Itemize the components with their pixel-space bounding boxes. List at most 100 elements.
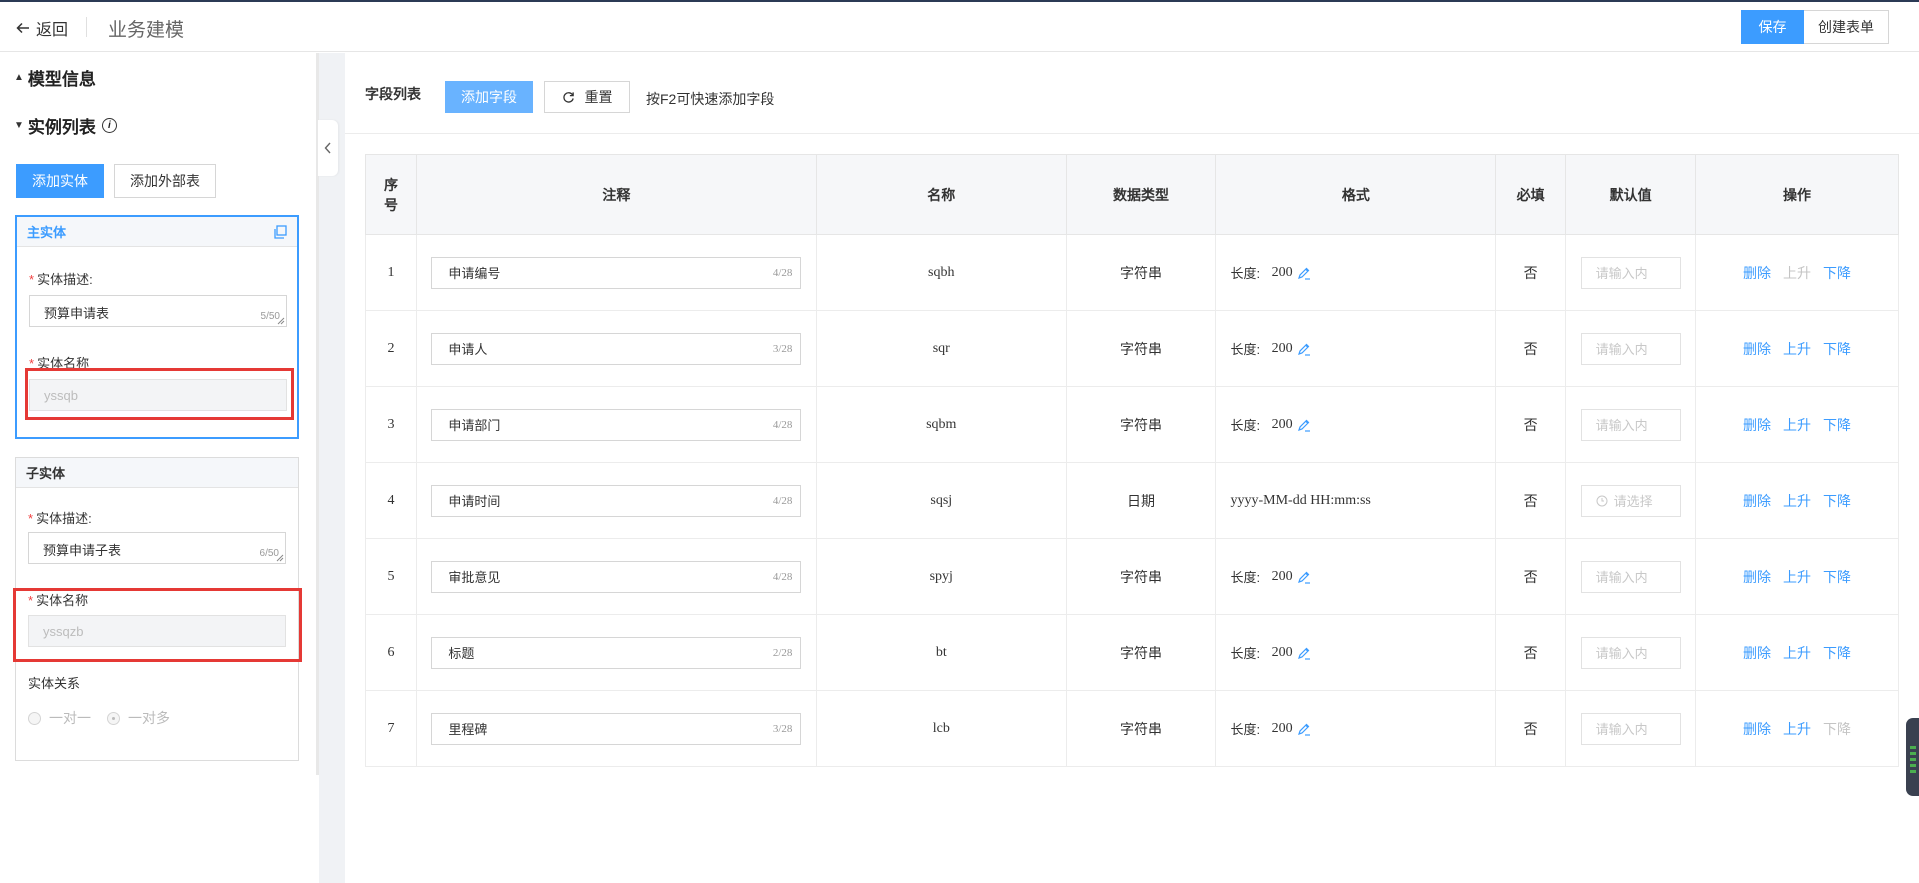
header-actions: 保存 创建表单 bbox=[1741, 10, 1889, 44]
default-value-input[interactable]: 请输入内 bbox=[1580, 636, 1681, 669]
move-down-link[interactable]: 下降 bbox=[1823, 567, 1851, 587]
required-value: 否 bbox=[1495, 310, 1567, 387]
highlight-box-main-name bbox=[25, 368, 294, 420]
reset-button[interactable]: 重置 bbox=[544, 81, 630, 113]
default-value-input[interactable]: 请输入内 bbox=[1580, 560, 1681, 593]
delete-link[interactable]: 删除 bbox=[1743, 339, 1771, 359]
instance-list-section-toggle[interactable]: ▼ 实例列表 i bbox=[14, 113, 117, 138]
field-name: sqsj bbox=[815, 462, 1067, 539]
column-header-actions: 操作 bbox=[1695, 154, 1899, 235]
sub-entity-desc-label: * 实体描述: bbox=[28, 511, 92, 526]
row-index: 6 bbox=[365, 614, 417, 691]
field-name: sqr bbox=[815, 310, 1067, 387]
collapse-sidebar-button[interactable] bbox=[318, 120, 338, 176]
format-value: 200 bbox=[1271, 264, 1293, 280]
default-value-input[interactable]: 请输入内 bbox=[1580, 408, 1681, 441]
move-up-link[interactable]: 上升 bbox=[1783, 339, 1811, 359]
required-value: 否 bbox=[1495, 386, 1567, 463]
note-input[interactable]: 审批意见 4/28 bbox=[431, 560, 802, 593]
required-value: 否 bbox=[1495, 234, 1567, 311]
add-external-table-button[interactable]: 添加外部表 bbox=[114, 164, 216, 198]
move-down-link[interactable]: 下降 bbox=[1823, 339, 1851, 359]
format-value: 200 bbox=[1271, 720, 1293, 736]
move-up-link[interactable]: 上升 bbox=[1783, 567, 1811, 587]
note-input[interactable]: 申请编号 4/28 bbox=[431, 256, 802, 289]
note-count: 4/28 bbox=[772, 570, 793, 583]
move-up-link[interactable]: 上升 bbox=[1783, 263, 1811, 283]
edit-pencil-icon[interactable] bbox=[1297, 266, 1311, 280]
move-down-link[interactable]: 下降 bbox=[1823, 643, 1851, 663]
chevron-left-icon bbox=[324, 142, 331, 154]
column-header-format: 格式 bbox=[1215, 154, 1497, 235]
field-name: lcb bbox=[815, 690, 1067, 767]
highlight-box-sub-name bbox=[13, 588, 302, 662]
resize-handle-icon[interactable] bbox=[277, 317, 285, 325]
note-input[interactable]: 申请人 3/28 bbox=[431, 332, 802, 365]
table-row: 5 审批意见 4/28 spyj 字符串 长度: 200 否请输入内 删除 上升 下降 bbox=[365, 538, 1899, 615]
row-index: 5 bbox=[365, 538, 417, 615]
delete-link[interactable]: 删除 bbox=[1743, 719, 1771, 739]
note-count: 4/28 bbox=[772, 266, 793, 279]
floating-side-widget[interactable] bbox=[1906, 718, 1919, 796]
edit-pencil-icon[interactable] bbox=[1297, 722, 1311, 736]
data-type: 字符串 bbox=[1065, 310, 1217, 387]
format-value: 200 bbox=[1271, 340, 1293, 356]
length-label: 长度: bbox=[1230, 570, 1261, 585]
move-down-link[interactable]: 下降 bbox=[1823, 491, 1851, 511]
copy-icon[interactable] bbox=[273, 225, 287, 239]
move-up-link[interactable]: 上升 bbox=[1783, 415, 1811, 435]
entity-relation-radio-group: 一对一 一对多 bbox=[28, 708, 170, 728]
delete-link[interactable]: 删除 bbox=[1743, 491, 1771, 511]
sub-entity-desc-textarea[interactable]: 预算申请子表 6/50 bbox=[28, 532, 286, 564]
move-up-link[interactable]: 上升 bbox=[1783, 719, 1811, 739]
radio-one-to-many[interactable]: 一对多 bbox=[107, 708, 170, 728]
table-row: 6 标题 2/28 bt 字符串 长度: 200 否请输入内 删除 上升 下降 bbox=[365, 614, 1899, 691]
actions-cell: 删除 上升 下降 bbox=[1695, 690, 1899, 767]
default-value-input[interactable]: 请输入内 bbox=[1580, 256, 1681, 289]
note-input[interactable]: 申请部门 4/28 bbox=[431, 408, 802, 441]
default-cell: 请选择 bbox=[1565, 462, 1697, 539]
model-info-section-toggle[interactable]: ▲ 模型信息 bbox=[14, 65, 96, 90]
move-up-link[interactable]: 上升 bbox=[1783, 491, 1811, 511]
main-entity-desc-textarea[interactable]: 预算申请表 5/50 bbox=[29, 295, 287, 327]
resize-handle-icon[interactable] bbox=[276, 554, 284, 562]
delete-link[interactable]: 删除 bbox=[1743, 643, 1771, 663]
save-button[interactable]: 保存 bbox=[1741, 10, 1804, 44]
note-input[interactable]: 里程碑 3/28 bbox=[431, 712, 802, 745]
default-value-select[interactable]: 请选择 bbox=[1580, 484, 1681, 517]
required-value: 否 bbox=[1495, 614, 1567, 691]
add-field-button[interactable]: 添加字段 bbox=[445, 81, 533, 113]
move-down-link[interactable]: 下降 bbox=[1823, 719, 1851, 739]
table-row: 7 里程碑 3/28 lcb 字符串 长度: 200 否请输入内 删除 上升 下降 bbox=[365, 690, 1899, 767]
field-name: spyj bbox=[815, 538, 1067, 615]
move-up-link[interactable]: 上升 bbox=[1783, 643, 1811, 663]
info-icon[interactable]: i bbox=[101, 118, 117, 133]
actions-cell: 删除 上升 下降 bbox=[1695, 386, 1899, 463]
back-button[interactable]: 返回 bbox=[16, 16, 68, 40]
format-value: 200 bbox=[1271, 416, 1293, 432]
move-down-link[interactable]: 下降 bbox=[1823, 415, 1851, 435]
add-entity-button[interactable]: 添加实体 bbox=[16, 164, 104, 198]
field-list-title: 字段列表 bbox=[365, 86, 421, 102]
format-value: yyyy-MM-dd HH:mm:ss bbox=[1230, 492, 1371, 508]
column-header-type: 数据类型 bbox=[1065, 154, 1217, 235]
note-input[interactable]: 申请时间 4/28 bbox=[431, 484, 802, 517]
edit-pencil-icon[interactable] bbox=[1297, 342, 1311, 356]
move-down-link[interactable]: 下降 bbox=[1823, 263, 1851, 283]
default-value-input[interactable]: 请输入内 bbox=[1580, 712, 1681, 745]
data-type: 字符串 bbox=[1065, 234, 1217, 311]
create-form-button[interactable]: 创建表单 bbox=[1804, 10, 1889, 44]
length-label: 长度: bbox=[1230, 722, 1261, 737]
column-header-required: 必填 bbox=[1495, 154, 1567, 235]
delete-link[interactable]: 删除 bbox=[1743, 415, 1771, 435]
data-type: 日期 bbox=[1065, 462, 1217, 539]
radio-one-to-one[interactable]: 一对一 bbox=[28, 708, 91, 728]
default-value-input[interactable]: 请输入内 bbox=[1580, 332, 1681, 365]
edit-pencil-icon[interactable] bbox=[1297, 570, 1311, 584]
field-name: sqbh bbox=[815, 234, 1067, 311]
delete-link[interactable]: 删除 bbox=[1743, 263, 1771, 283]
edit-pencil-icon[interactable] bbox=[1297, 418, 1311, 432]
edit-pencil-icon[interactable] bbox=[1297, 646, 1311, 660]
note-input[interactable]: 标题 2/28 bbox=[431, 636, 802, 669]
delete-link[interactable]: 删除 bbox=[1743, 567, 1771, 587]
